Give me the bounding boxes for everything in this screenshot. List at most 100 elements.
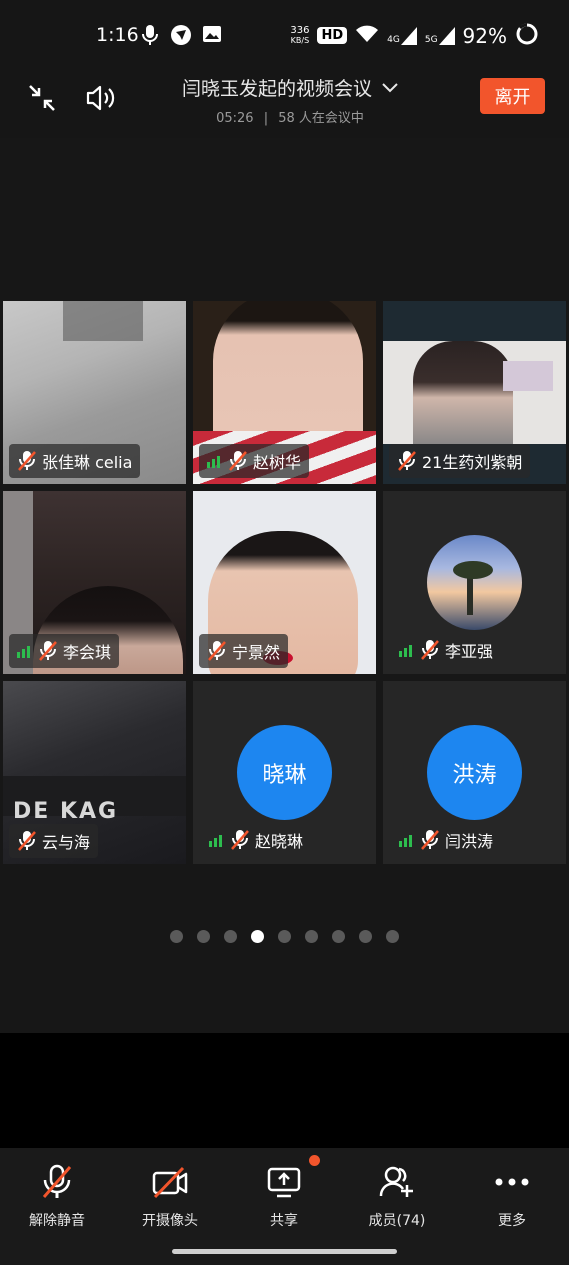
page-dot[interactable] bbox=[278, 930, 291, 943]
wifi-icon bbox=[355, 25, 379, 46]
mic-muted-icon bbox=[42, 1164, 72, 1198]
minimize-button[interactable] bbox=[22, 78, 62, 118]
unmute-button[interactable]: 解除静音 bbox=[7, 1162, 107, 1230]
speaker-icon bbox=[86, 85, 115, 111]
meeting-title-area[interactable]: 闫晓玉发起的视频会议 05:26 | 58 人在会议中 bbox=[140, 74, 440, 126]
page-dot[interactable] bbox=[332, 930, 345, 943]
signal-5g-icon: 5G bbox=[424, 26, 455, 45]
mic-muted-icon bbox=[231, 830, 249, 850]
network-speed: 336 KB/S bbox=[290, 24, 310, 46]
mic-muted-icon bbox=[39, 641, 57, 661]
share-screen-icon bbox=[267, 1167, 301, 1198]
signal-icon bbox=[207, 456, 220, 468]
notification-dot bbox=[309, 1155, 320, 1166]
name-tag: 李会琪 bbox=[9, 634, 120, 668]
leave-button[interactable]: 离开 bbox=[480, 78, 545, 114]
battery-icon bbox=[515, 22, 539, 49]
page-dot[interactable] bbox=[251, 930, 264, 943]
status-bar: 1:16 336 KB/S HD 4G 5G 92% bbox=[0, 0, 569, 72]
page-dot[interactable] bbox=[224, 930, 237, 943]
page-dot[interactable] bbox=[170, 930, 183, 943]
name-tag: 云与海 bbox=[9, 824, 99, 858]
signal-icon bbox=[399, 645, 412, 657]
name-tag: 赵晓琳 bbox=[209, 828, 303, 852]
participant-name: 21生药刘紫朝 bbox=[422, 453, 523, 472]
participant-count: 58 人在会议中 bbox=[278, 111, 364, 126]
avatar: 洪涛 bbox=[427, 725, 522, 820]
participant-tile[interactable]: 李会琪 bbox=[3, 491, 186, 674]
name-tag: 张佳琳 celia bbox=[9, 444, 141, 478]
participant-tile[interactable]: 晓琳 赵晓琳 bbox=[193, 681, 376, 864]
page-dot[interactable] bbox=[305, 930, 318, 943]
participant-name: 李亚强 bbox=[445, 642, 494, 661]
participant-tile[interactable]: 赵树华 bbox=[193, 301, 376, 484]
page-dot[interactable] bbox=[197, 930, 210, 943]
add-member-icon bbox=[379, 1166, 413, 1197]
signal-4g-icon: 4G bbox=[387, 26, 417, 45]
participant-name: 闫洪涛 bbox=[445, 832, 494, 851]
mic-muted-icon bbox=[398, 451, 416, 471]
participant-tile[interactable]: 21生药刘紫朝 bbox=[383, 301, 566, 484]
mic-status-icon bbox=[142, 24, 158, 50]
avatar bbox=[427, 535, 522, 630]
battery-level: 92% bbox=[462, 23, 507, 48]
signal-icon bbox=[209, 835, 222, 847]
page-indicator[interactable] bbox=[0, 930, 569, 943]
page-dot[interactable] bbox=[359, 930, 372, 943]
mic-muted-icon bbox=[18, 451, 36, 471]
hd-badge: HD bbox=[317, 27, 348, 44]
video-grid-area: 张佳琳 celia 赵树华 21生药刘紫朝 李会琪 宁景然 李亚强 DE KAG… bbox=[0, 138, 569, 1033]
more-button[interactable]: 更多 bbox=[462, 1162, 562, 1230]
page-dot[interactable] bbox=[386, 930, 399, 943]
camera-label: 开摄像头 bbox=[142, 1213, 198, 1229]
mic-muted-icon bbox=[18, 831, 36, 851]
members-button[interactable]: 成员(74) bbox=[347, 1162, 447, 1230]
participant-tile[interactable]: DE KAG 云与海 bbox=[3, 681, 186, 864]
meeting-subtitle: 05:26 | 58 人在会议中 bbox=[216, 111, 364, 126]
speaker-button[interactable] bbox=[82, 78, 122, 118]
participant-tile[interactable]: 李亚强 bbox=[383, 491, 566, 674]
chevron-down-icon bbox=[382, 82, 398, 92]
participant-tile[interactable]: 洪涛 闫洪涛 bbox=[383, 681, 566, 864]
share-button[interactable]: 共享 bbox=[234, 1155, 334, 1230]
participant-name: 宁景然 bbox=[232, 643, 281, 662]
bottom-toolbar: 解除静音 开摄像头 共享 成员(74) 更多 bbox=[0, 1148, 569, 1265]
status-right: 336 KB/S HD 4G 5G 92% bbox=[290, 22, 539, 49]
signal-icon bbox=[399, 835, 412, 847]
participant-tile[interactable]: 张佳琳 celia bbox=[3, 301, 186, 484]
more-label: 更多 bbox=[498, 1213, 526, 1229]
meeting-title: 闫晓玉发起的视频会议 bbox=[181, 78, 372, 100]
speed-unit: KB/S bbox=[290, 35, 310, 45]
more-icon bbox=[495, 1178, 529, 1186]
name-tag: 李亚强 bbox=[399, 638, 493, 662]
participant-name: 李会琪 bbox=[63, 643, 112, 662]
speed-value: 336 bbox=[290, 24, 310, 36]
name-tag: 21生药刘紫朝 bbox=[389, 444, 531, 478]
participant-name: 赵树华 bbox=[253, 453, 302, 472]
network-5g-label: 5G bbox=[424, 34, 438, 45]
unmute-label: 解除静音 bbox=[29, 1213, 85, 1229]
camera-off-icon bbox=[152, 1166, 188, 1199]
mic-muted-icon bbox=[208, 641, 226, 661]
members-label: 成员(74) bbox=[368, 1213, 426, 1229]
status-time: 1:16 bbox=[96, 24, 139, 46]
meeting-duration: 05:26 bbox=[216, 111, 254, 126]
participant-tile[interactable]: 宁景然 bbox=[193, 491, 376, 674]
app-notification-icon bbox=[170, 24, 192, 50]
name-tag: 宁景然 bbox=[199, 634, 289, 668]
mic-muted-icon bbox=[229, 451, 247, 471]
participant-name: 张佳琳 celia bbox=[42, 453, 133, 472]
name-tag: 闫洪涛 bbox=[399, 828, 493, 852]
image-notification-icon bbox=[202, 24, 222, 48]
network-4g-label: 4G bbox=[387, 34, 400, 45]
meeting-header: 闫晓玉发起的视频会议 05:26 | 58 人在会议中 离开 bbox=[0, 72, 569, 138]
minimize-icon bbox=[29, 85, 55, 111]
participant-name: 云与海 bbox=[42, 833, 91, 852]
signal-icon bbox=[17, 646, 30, 658]
home-indicator[interactable] bbox=[172, 1249, 397, 1254]
avatar: 晓琳 bbox=[237, 725, 332, 820]
name-tag: 赵树华 bbox=[199, 444, 310, 478]
participant-name: 赵晓琳 bbox=[255, 832, 304, 851]
camera-button[interactable]: 开摄像头 bbox=[120, 1162, 220, 1230]
mic-muted-icon bbox=[421, 830, 439, 850]
